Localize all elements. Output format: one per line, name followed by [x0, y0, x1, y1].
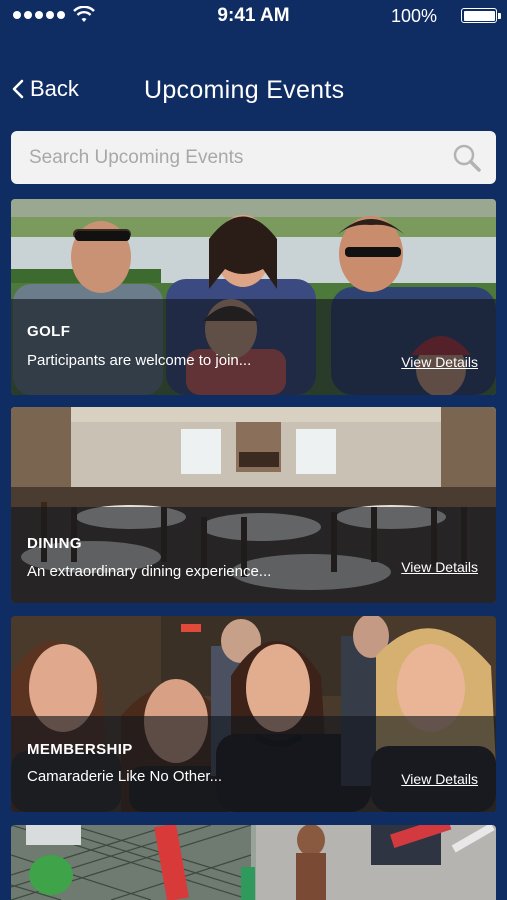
battery-icon [461, 8, 501, 23]
card-overlay [11, 507, 496, 603]
chevron-left-icon [12, 79, 24, 99]
back-label: Back [30, 76, 79, 101]
event-description: Participants are welcome to join... [27, 352, 252, 369]
search-bar [11, 131, 496, 184]
search-icon[interactable] [452, 143, 482, 173]
search-input[interactable] [27, 145, 452, 170]
event-card-dining[interactable]: DINING An extraordinary dining experienc… [11, 407, 496, 603]
status-bar: 9:41 AM 100% [0, 0, 507, 34]
event-title: MEMBERSHIP [27, 741, 133, 758]
battery-percentage: 100% [390, 6, 437, 26]
event-description: Camaraderie Like No Other... [27, 768, 223, 785]
activity-photo [11, 825, 496, 900]
event-title: GOLF [27, 323, 71, 340]
view-details-link[interactable]: View Details [401, 559, 478, 575]
view-details-link[interactable]: View Details [401, 771, 478, 787]
event-card-golf[interactable]: GOLF Participants are welcome to join...… [11, 199, 496, 395]
event-card-partial[interactable] [11, 825, 496, 900]
card-overlay [11, 299, 496, 395]
back-button[interactable]: Back [12, 76, 79, 102]
card-overlay [11, 716, 496, 812]
event-description: An extraordinary dining experience... [27, 563, 272, 580]
event-card-membership[interactable]: MEMBERSHIP Camaraderie Like No Other... … [11, 616, 496, 812]
event-title: DINING [27, 535, 82, 552]
navigation-bar: Back Upcoming Events [0, 72, 507, 112]
page-title: Upcoming Events [144, 76, 345, 104]
view-details-link[interactable]: View Details [401, 354, 478, 370]
